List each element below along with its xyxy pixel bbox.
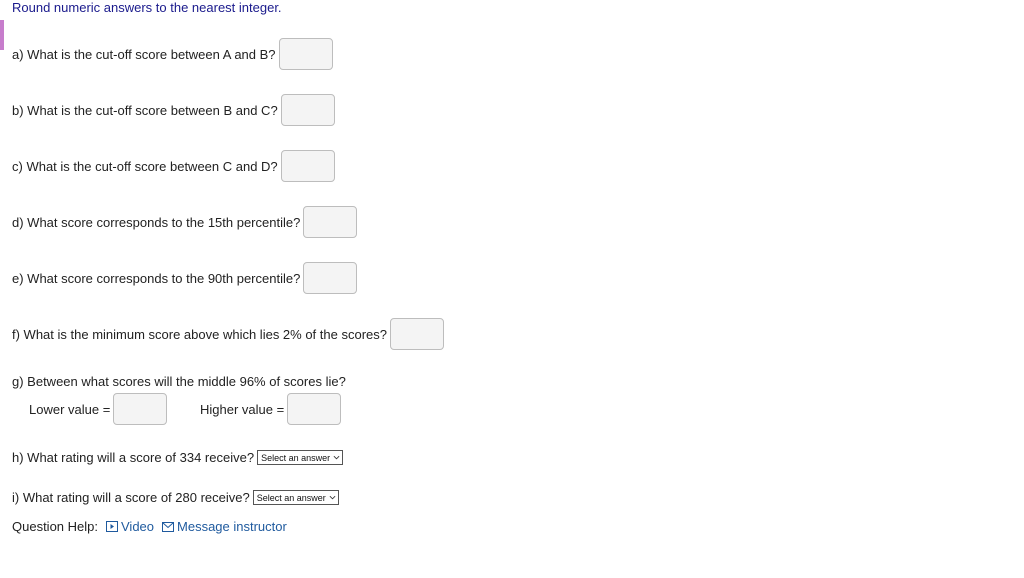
question-g-lower-input[interactable]: [113, 393, 168, 425]
message-instructor-link[interactable]: Message instructor: [162, 519, 287, 534]
question-i-label: i) What rating will a score of 280 recei…: [12, 490, 250, 505]
chevron-down-icon: [333, 455, 340, 460]
question-c-row: c) What is the cut-off score between C a…: [12, 150, 335, 182]
question-i-select[interactable]: Select an answer: [252, 490, 339, 505]
question-g-higher-row: Higher value =: [200, 393, 342, 425]
question-c-answer-input[interactable]: [280, 150, 335, 182]
question-h-select[interactable]: Select an answer: [257, 450, 344, 465]
question-e-row: e) What score corresponds to the 90th pe…: [12, 262, 358, 294]
question-b-answer-input[interactable]: [280, 94, 335, 126]
chevron-down-icon: [329, 495, 336, 500]
question-g-higher-label: Higher value =: [200, 401, 285, 417]
question-g-higher-input[interactable]: [287, 393, 342, 425]
question-h-label: h) What rating will a score of 334 recei…: [12, 450, 255, 465]
question-h-row: h) What rating will a score of 334 recei…: [12, 450, 344, 465]
question-a-row: a) What is the cut-off score between A a…: [12, 38, 333, 70]
question-f-answer-input[interactable]: [389, 318, 444, 350]
question-d-answer-input[interactable]: [303, 206, 358, 238]
question-d-label: d) What score corresponds to the 15th pe…: [12, 214, 301, 230]
question-b-label: b) What is the cut-off score between B a…: [12, 102, 278, 118]
question-c-label: c) What is the cut-off score between C a…: [12, 158, 278, 174]
video-link-label: Video: [121, 519, 155, 534]
question-g-lower-row: Lower value =: [29, 393, 168, 425]
question-i-select-value: Select an answer: [256, 492, 326, 503]
question-f-row: f) What is the minimum score above which…: [12, 318, 444, 350]
envelope-icon: [162, 521, 175, 532]
question-f-label: f) What is the minimum score above which…: [12, 326, 387, 342]
play-box-icon: [106, 521, 118, 532]
current-question-indicator: [0, 20, 4, 50]
question-h-select-value: Select an answer: [261, 452, 331, 463]
video-link[interactable]: Video: [106, 519, 154, 534]
question-e-label: e) What score corresponds to the 90th pe…: [12, 270, 301, 286]
question-g-lower-label: Lower value =: [29, 401, 111, 417]
question-b-row: b) What is the cut-off score between B a…: [12, 94, 335, 126]
instruction-text: Round numeric answers to the nearest int…: [12, 0, 282, 15]
question-a-answer-input[interactable]: [278, 38, 333, 70]
question-help: Question Help: Video Message instructor: [12, 519, 287, 534]
question-g-row: g) Between what scores will the middle 9…: [12, 374, 346, 389]
question-a-label: a) What is the cut-off score between A a…: [12, 46, 276, 62]
question-help-label: Question Help:: [12, 519, 98, 534]
message-instructor-label: Message instructor: [177, 519, 287, 534]
question-i-row: i) What rating will a score of 280 recei…: [12, 490, 339, 505]
question-d-row: d) What score corresponds to the 15th pe…: [12, 206, 358, 238]
question-g-label: g) Between what scores will the middle 9…: [12, 374, 346, 389]
question-e-answer-input[interactable]: [303, 262, 358, 294]
